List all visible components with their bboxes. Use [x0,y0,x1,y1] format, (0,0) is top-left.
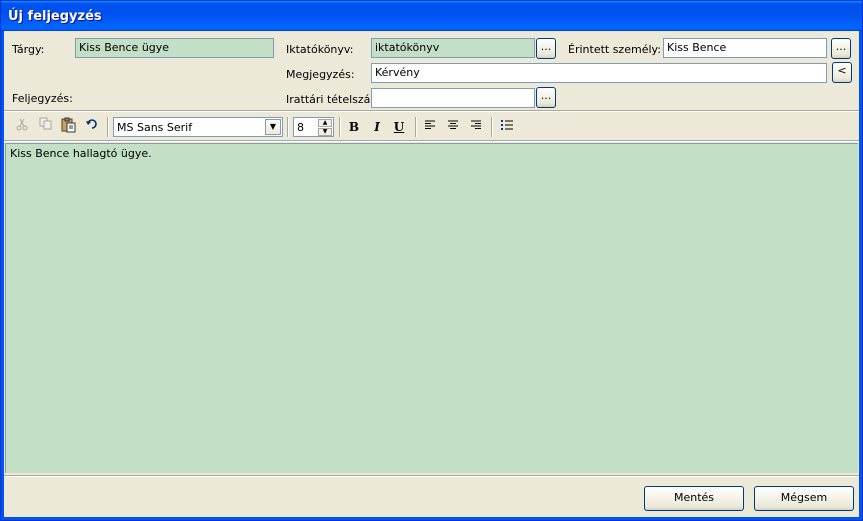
align-right-icon[interactable] [466,117,486,137]
editor-text: Kiss Bence hallagtó ügye. [10,147,152,160]
person-field[interactable]: Kiss Bence [663,38,827,58]
font-size-value: 8 [297,121,304,134]
person-browse-button[interactable]: ... [831,38,851,59]
toolbar-separator [287,117,289,137]
editor-top-divider [4,140,859,142]
toolbar-separator [107,117,109,137]
registry-browse-button[interactable]: ... [536,38,556,59]
paste-icon[interactable] [59,117,79,137]
align-center-icon[interactable] [443,117,463,137]
dialog-window: Új feljegyzés Tárgy: Kiss Bence ügye Ikt… [0,0,863,521]
save-button[interactable]: Mentés [644,486,744,511]
window-border-left [1,31,4,520]
spin-up-icon[interactable]: ▲ [318,119,332,127]
window-border-bottom [1,517,862,520]
subject-field[interactable]: Kiss Bence ügye [75,38,274,58]
chevron-down-icon[interactable]: ▼ [265,119,281,135]
rich-text-editor[interactable]: Kiss Bence hallagtó ügye. [5,143,858,473]
person-label: Érintett személy: [568,43,661,56]
subject-label: Tárgy: [12,43,45,56]
archive-field[interactable] [371,88,535,108]
bold-button[interactable]: B [344,117,364,137]
title-bar[interactable]: Új feljegyzés [1,1,862,31]
font-size-stepper[interactable]: 8 ▲ ▼ [293,117,334,137]
undo-icon[interactable] [82,117,102,137]
note-collapse-button[interactable]: < [832,62,852,83]
toolbar-separator [491,117,493,137]
toolbar-separator [415,117,417,137]
underline-button[interactable]: U [389,117,409,137]
note-field[interactable]: Kérvény [371,63,827,83]
font-size-spin[interactable]: ▲ ▼ [318,119,332,137]
toolbar-separator [339,117,341,137]
archive-browse-button[interactable]: ... [536,87,556,108]
font-name-value: MS Sans Serif [117,121,193,134]
record-label: Feljegyzés: [12,92,73,105]
cut-icon[interactable] [12,117,32,137]
cancel-button[interactable]: Mégsem [754,486,854,511]
bullet-list-icon[interactable] [497,117,517,137]
registry-field[interactable]: iktatókönyv [371,38,535,58]
registry-label: Iktatókönyv: [286,43,354,56]
toolbar-divider [4,110,859,112]
font-name-select[interactable]: MS Sans Serif ▼ [113,117,283,137]
spin-down-icon[interactable]: ▼ [318,128,332,136]
window-title: Új feljegyzés [8,9,102,24]
copy-icon[interactable] [36,117,56,137]
italic-button[interactable]: I [367,117,387,137]
footer-divider [4,475,859,477]
window-border-right [859,31,862,520]
align-left-icon[interactable] [420,117,440,137]
note-label: Megjegyzés: [286,68,355,81]
